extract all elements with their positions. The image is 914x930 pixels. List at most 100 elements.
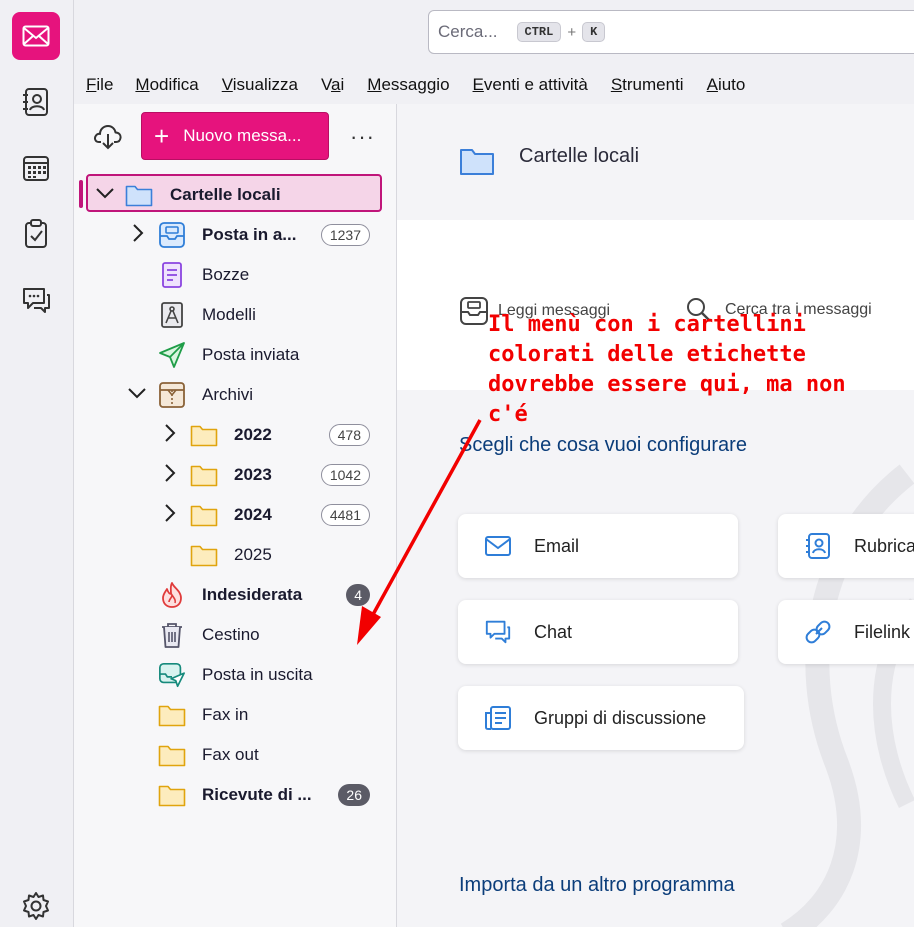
folder-row-outbox[interactable]: Posta in uscita: [74, 655, 396, 695]
search-placeholder: Cerca...: [438, 22, 498, 41]
plus-icon: +: [154, 121, 170, 151]
folder-label: Bozze: [202, 265, 250, 284]
folder-label: Ricevute di ...: [202, 785, 312, 804]
gear-icon: [23, 892, 49, 920]
folder-row-fax-out[interactable]: Fax out: [74, 735, 396, 775]
configure-title: Scegli che cosa vuoi configurare: [459, 434, 747, 456]
k-key-hint: K: [582, 22, 606, 42]
chevron-down-icon[interactable]: [95, 185, 115, 205]
folder-icon: [190, 421, 218, 449]
folder-label: Archivi: [202, 385, 254, 404]
menu-modifica[interactable]: Modifica: [135, 75, 198, 95]
newsgroup-icon: [485, 706, 511, 730]
folder-label: Fax out: [202, 745, 259, 764]
get-messages-button[interactable]: [92, 120, 124, 152]
unread-count-badge: 1237: [320, 224, 370, 246]
folder-label: Posta in uscita: [202, 665, 313, 684]
folder-row-inbox[interactable]: Posta in a... 1237: [74, 215, 396, 255]
folder-pane: + Nuovo messa... ··· Cartelle locali Pos…: [74, 104, 397, 927]
new-message-button[interactable]: + Nuovo messa...: [141, 112, 329, 160]
unread-count-badge: 1042: [320, 464, 370, 486]
account-header: Cartelle locali: [397, 104, 914, 220]
folder-icon: [190, 541, 218, 569]
address-book-space-button[interactable]: [12, 78, 60, 126]
folder-row-junk[interactable]: Indesiderata 4: [74, 575, 396, 615]
chat-icon: [485, 620, 511, 644]
folder-row-2022[interactable]: 2022 478: [74, 415, 396, 455]
link-icon: [805, 620, 831, 644]
sent-icon: [158, 341, 186, 369]
folder-icon: [190, 501, 218, 529]
folder-row-templates[interactable]: Modelli: [74, 295, 396, 335]
chevron-right-icon[interactable]: [128, 223, 148, 248]
ctrl-key-hint: CTRL: [516, 22, 562, 42]
filelink-setup-button[interactable]: Filelink: [778, 600, 914, 664]
folder-icon: [158, 781, 186, 809]
folder-row-receipts[interactable]: Ricevute di ... 26: [74, 775, 396, 815]
folder-label: Posta inviata: [202, 345, 300, 364]
folder-icon: [190, 461, 218, 489]
calendar-space-button[interactable]: [12, 144, 60, 192]
folder-row-drafts[interactable]: Bozze: [74, 255, 396, 295]
folder-label: Modelli: [202, 305, 256, 324]
folder-label: 2022: [234, 425, 272, 444]
unread-count-badge: 478: [328, 424, 370, 446]
unread-count-badge: 26: [338, 784, 370, 806]
unread-count-badge: 4481: [320, 504, 370, 526]
chevron-right-icon[interactable]: [160, 423, 180, 448]
menu-messaggio[interactable]: Messaggio: [367, 75, 449, 95]
newsgroups-label: Gruppi di discussione: [534, 707, 707, 728]
chevron-right-icon[interactable]: [160, 503, 180, 528]
folder-icon: [125, 181, 153, 209]
annotation-text: Il menù con i cartellini colorati delle …: [488, 312, 846, 427]
import-title: Importa da un altro programma: [459, 874, 735, 896]
email-label: Email: [534, 535, 580, 556]
folder-row-2025[interactable]: 2025: [74, 535, 396, 575]
new-message-label: Nuovo messa...: [183, 126, 302, 145]
chat-space-button[interactable]: [12, 276, 60, 324]
menu-strumenti[interactable]: Strumenti: [611, 75, 684, 95]
templates-icon: [158, 301, 186, 329]
folder-row-fax-in[interactable]: Fax in: [74, 695, 396, 735]
mail-space-button[interactable]: [12, 12, 60, 60]
menu-visualizza[interactable]: Visualizza: [222, 75, 298, 95]
more-options-button[interactable]: ···: [350, 124, 375, 150]
folder-row-account[interactable]: Cartelle locali: [74, 175, 396, 215]
folder-icon: [158, 701, 186, 729]
unread-count-badge: 4: [346, 584, 370, 606]
folder-row-2024[interactable]: 2024 4481: [74, 495, 396, 535]
chevron-down-icon[interactable]: [127, 385, 147, 405]
email-setup-button[interactable]: Email: [458, 514, 738, 578]
inbox-icon: [460, 297, 488, 325]
menu-eventi[interactable]: Eventi e attività: [473, 75, 588, 95]
address-book-label: Rubrica: [854, 535, 914, 556]
folder-row-trash[interactable]: Cestino: [74, 615, 396, 655]
folder-label: 2025: [234, 545, 272, 564]
filelink-label: Filelink: [854, 621, 911, 642]
newsgroups-setup-button[interactable]: Gruppi di discussione: [458, 686, 744, 750]
address-book-setup-button[interactable]: Rubrica: [778, 514, 914, 578]
folder-row-2023[interactable]: 2023 1042: [74, 455, 396, 495]
folder-row-archives[interactable]: Archivi: [74, 375, 396, 415]
folder-icon: [460, 149, 494, 175]
chat-setup-button[interactable]: Chat: [458, 600, 738, 664]
folder-label: Fax in: [202, 705, 249, 724]
outbox-icon: [158, 661, 186, 689]
menu-vai[interactable]: Vai: [321, 75, 344, 95]
tasks-space-button[interactable]: [12, 210, 60, 258]
menu-bar: File Modifica Visualizza Vai Messaggio E…: [74, 66, 914, 104]
folder-row-sent[interactable]: Posta inviata: [74, 335, 396, 375]
chat-icon: [23, 288, 50, 313]
inbox-icon: [158, 221, 186, 249]
account-name: Cartelle locali: [170, 185, 281, 204]
global-search-input[interactable]: Cerca... CTRL + K: [428, 10, 914, 54]
shortcut-plus: +: [567, 23, 577, 41]
title-bar: Cerca... CTRL + K: [74, 0, 914, 66]
settings-button[interactable]: [12, 882, 60, 930]
cloud-download-icon: [94, 125, 122, 150]
menu-file[interactable]: File: [86, 75, 113, 95]
address-book-icon: [23, 88, 48, 116]
menu-aiuto[interactable]: Aiuto: [707, 75, 746, 95]
chevron-right-icon[interactable]: [160, 463, 180, 488]
envelope-icon: [485, 536, 511, 556]
